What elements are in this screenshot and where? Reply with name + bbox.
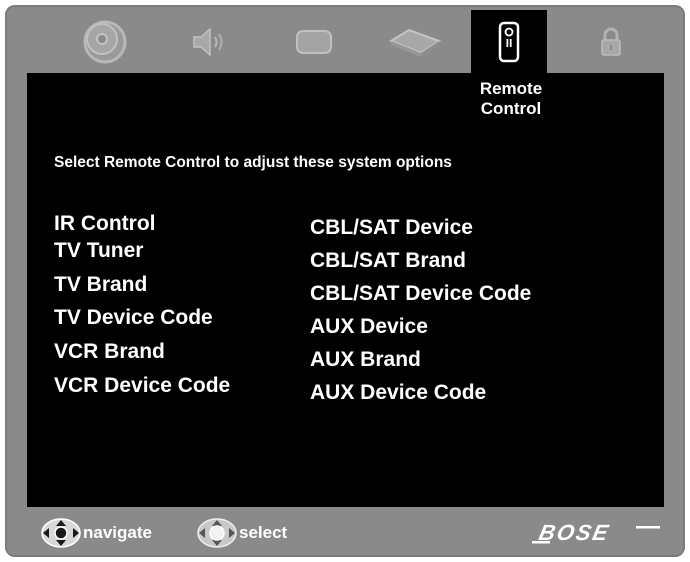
tab-audio[interactable] [172,11,248,73]
menu-frame: Remote Control Select Remote Control to … [5,5,685,557]
left-option-list: IR Control TV Tuner TV Brand TV Device C… [54,213,230,397]
navigate-label: navigate [83,523,152,542]
option-item: CBL/SAT Device Code [310,282,532,305]
disc-icon [83,20,127,64]
right-option-list: CBL/SAT Device CBL/SAT Brand CBL/SAT Dev… [310,217,531,404]
menu-screen: Remote Control Select Remote Control to … [27,73,664,507]
menu-tab-bar [5,5,685,73]
option-item: CBL/SAT Device [310,216,473,239]
option-item: VCR Device Code [54,374,231,397]
option-item: AUX Device Code [310,381,487,404]
active-tab-label-line1: Remote [479,79,543,98]
tab-remote-control[interactable] [471,10,547,73]
select-label: select [239,523,288,542]
remote-control-icon [498,21,520,62]
tab-disc[interactable] [67,11,143,73]
tab-lock[interactable] [573,11,649,73]
option-item: VCR Brand [54,340,165,363]
instruction-text: Select Remote Control to adjust these sy… [54,154,452,171]
bose-logo: BOSE [532,520,662,551]
device-icon [388,28,442,57]
option-item: AUX Brand [310,348,421,371]
select-button-icon [197,518,237,548]
speaker-icon [193,27,223,57]
navigation-pad-icon [41,518,81,548]
option-item: AUX Device [310,315,428,338]
select-hint: select [197,518,288,548]
display-icon [296,30,332,54]
footer-bar: navigate select BOSE [27,513,664,553]
option-item: TV Tuner [54,239,144,262]
option-item: TV Device Code [54,306,213,329]
active-tab-label: Remote Control [461,79,561,119]
tab-system[interactable] [377,11,453,73]
active-tab-label-line2: Control [480,99,542,118]
lock-icon [601,27,621,56]
option-item: IR Control [54,212,156,235]
option-item: CBL/SAT Brand [310,249,466,272]
option-item: TV Brand [54,273,148,296]
navigate-hint: navigate [41,518,152,548]
tab-video[interactable] [276,11,352,73]
